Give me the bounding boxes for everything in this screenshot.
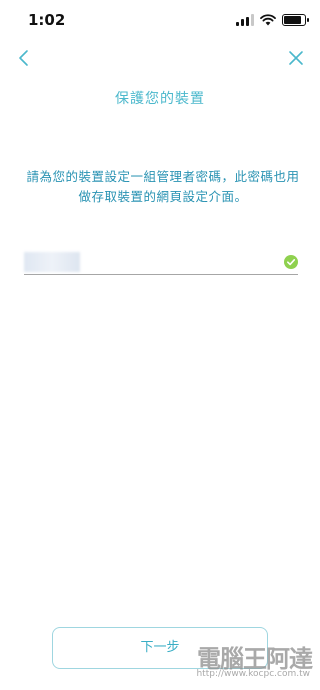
close-button[interactable]: [284, 46, 308, 70]
password-value-obscured: [24, 252, 80, 272]
chevron-left-icon: [19, 50, 28, 66]
watermark-url: http://www.kocpc.com.tw: [196, 669, 310, 679]
signal-bar: [246, 16, 249, 26]
password-field[interactable]: [24, 252, 298, 275]
wifi-icon: [260, 14, 276, 26]
signal-bar: [251, 14, 254, 26]
status-bar: 1:02: [0, 0, 320, 40]
page-title: 保護您的裝置: [115, 91, 205, 107]
signal-bar: [236, 22, 239, 26]
signal-bar: [241, 19, 244, 26]
close-icon: [289, 51, 303, 65]
page-description: 請為您的裝置設定一組管理者密碼，此密碼也用做存取裝置的網頁設定介面。: [26, 169, 300, 204]
check-circle-icon: [284, 255, 298, 269]
back-button[interactable]: [12, 46, 36, 70]
status-icons: [236, 13, 309, 27]
watermark-logo: 電腦王阿達 http://www.kocpc.com.tw: [190, 633, 313, 685]
cellular-signal-icon: [236, 14, 254, 26]
status-time: 1:02: [28, 11, 66, 29]
battery-level: [284, 16, 301, 24]
battery-icon: [282, 14, 309, 26]
